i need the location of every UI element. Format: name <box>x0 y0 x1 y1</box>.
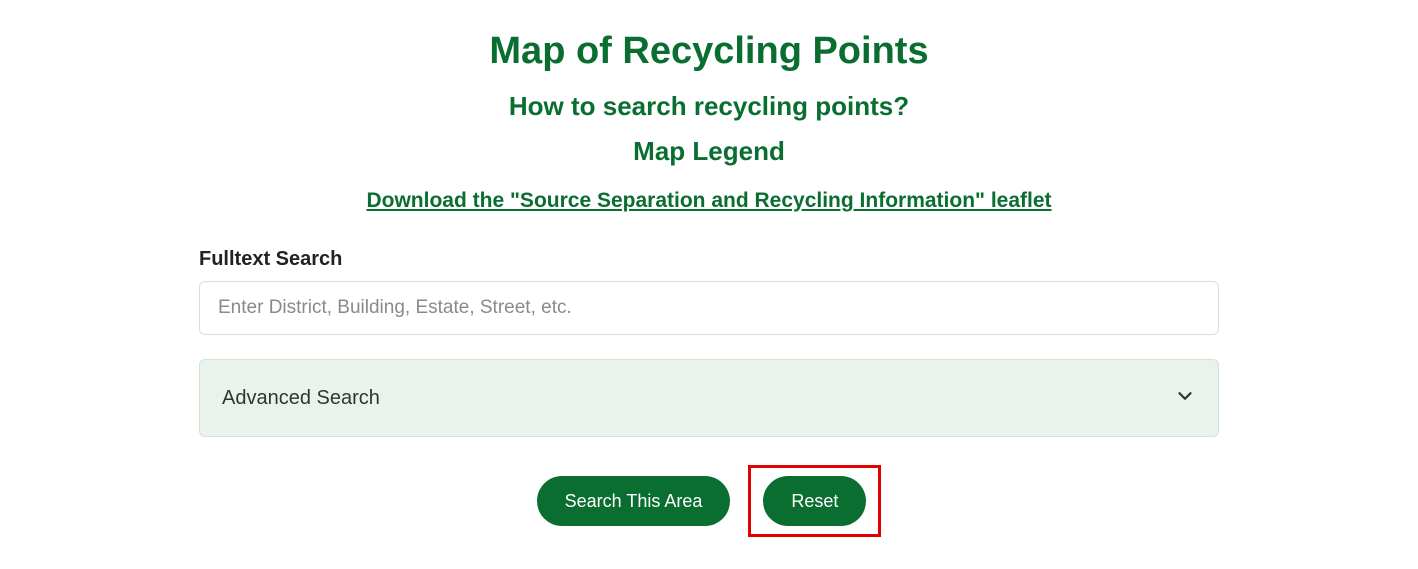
advanced-search-label: Advanced Search <box>222 387 380 410</box>
map-legend-link[interactable]: Map Legend <box>199 136 1219 167</box>
fulltext-search-label: Fulltext Search <box>199 248 1219 271</box>
chevron-down-icon <box>1174 385 1196 412</box>
download-leaflet-link[interactable]: Download the "Source Separation and Recy… <box>199 189 1219 213</box>
search-this-area-button[interactable]: Search This Area <box>537 476 731 526</box>
fulltext-search-input[interactable] <box>199 281 1219 335</box>
reset-button[interactable]: Reset <box>763 476 866 526</box>
reset-highlight-box: Reset <box>748 465 881 537</box>
button-row: Search This Area Reset <box>199 465 1219 537</box>
page-title: Map of Recycling Points <box>199 30 1219 73</box>
how-to-search-link[interactable]: How to search recycling points? <box>199 91 1219 122</box>
advanced-search-toggle[interactable]: Advanced Search <box>199 359 1219 437</box>
